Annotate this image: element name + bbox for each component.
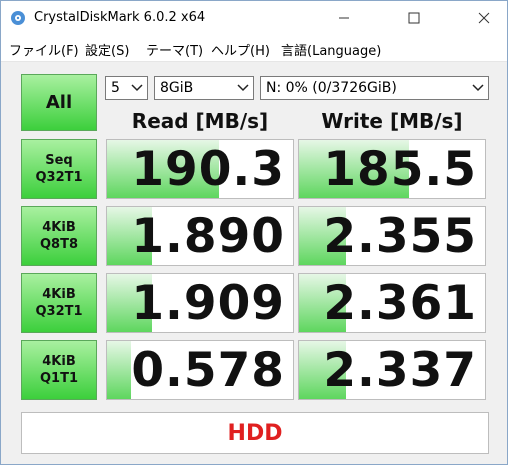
chevron-down-icon [237,84,249,92]
drive-select[interactable]: N: 0% (0/3726GiB) [260,76,489,100]
menu-settings[interactable]: 設定(S) [85,40,129,59]
test-label-line1: 4KiB [42,220,76,235]
test-size-select[interactable]: 8GiB [154,76,254,100]
menu-file[interactable]: ファイル(F) [9,40,79,59]
read-result: 190.3 [106,139,294,199]
read-value: 0.578 [131,343,285,398]
comment-field[interactable]: HDD [21,412,489,454]
main-panel: All 5 8GiB N: 0% (0/3726GiB) Read [MB/s]… [1,62,507,464]
write-value: 185.5 [323,142,477,197]
test-label-line1: Seq [45,153,73,168]
test-label-line1: 4KiB [42,354,76,369]
close-icon [478,12,490,23]
test-button-seq-q32t1[interactable]: Seq Q32T1 [21,139,97,199]
test-label-line2: Q8T8 [39,237,78,252]
chevron-down-icon [472,84,484,92]
title-bar: CrystalDiskMark 6.0.2 x64 [1,1,507,34]
test-size-value: 8GiB [160,80,194,96]
menu-language[interactable]: 言語(Language) [281,40,381,59]
write-column-header: Write [MB/s] [321,109,463,133]
menu-bar: ファイル(F) 設定(S) テーマ(T) ヘルプ(H) 言語(Language) [1,34,507,62]
write-result: 2.355 [298,206,486,266]
test-button-4kib-q1t1[interactable]: 4KiB Q1T1 [21,340,97,400]
menu-theme[interactable]: テーマ(T) [146,40,203,59]
menu-help[interactable]: ヘルプ(H) [211,40,270,59]
chevron-down-icon [131,84,143,92]
write-value: 2.355 [323,209,477,264]
test-label-line1: 4KiB [42,287,76,302]
minimize-icon [339,17,349,18]
read-result: 1.909 [106,273,294,333]
maximize-button[interactable] [391,1,437,34]
test-count-value: 5 [111,80,120,96]
test-label-line2: Q32T1 [35,304,83,319]
close-button[interactable] [461,1,507,34]
app-window: CrystalDiskMark 6.0.2 x64 ファイル(F) 設定(S) … [0,0,508,465]
write-result: 2.337 [298,340,486,400]
window-title: CrystalDiskMark 6.0.2 x64 [34,10,206,25]
all-button[interactable]: All [21,74,97,131]
read-result: 1.890 [106,206,294,266]
test-button-4kib-q8t8[interactable]: 4KiB Q8T8 [21,206,97,266]
test-count-select[interactable]: 5 [105,76,148,100]
test-button-4kib-q32t1[interactable]: 4KiB Q32T1 [21,273,97,333]
maximize-icon [408,12,420,23]
test-label-line2: Q1T1 [39,371,78,386]
read-result: 0.578 [106,340,294,400]
read-column-header: Read [MB/s] [131,109,269,133]
minimize-button[interactable] [321,1,367,34]
write-result: 185.5 [298,139,486,199]
drive-value: N: 0% (0/3726GiB) [266,80,397,96]
test-label-line2: Q32T1 [35,170,83,185]
read-value: 1.890 [131,209,285,264]
write-result: 2.361 [298,273,486,333]
read-level-bar [107,341,132,399]
write-value: 2.361 [323,276,477,331]
app-icon [10,10,26,26]
read-value: 190.3 [131,142,285,197]
read-value: 1.909 [131,276,285,331]
write-value: 2.337 [323,343,477,398]
